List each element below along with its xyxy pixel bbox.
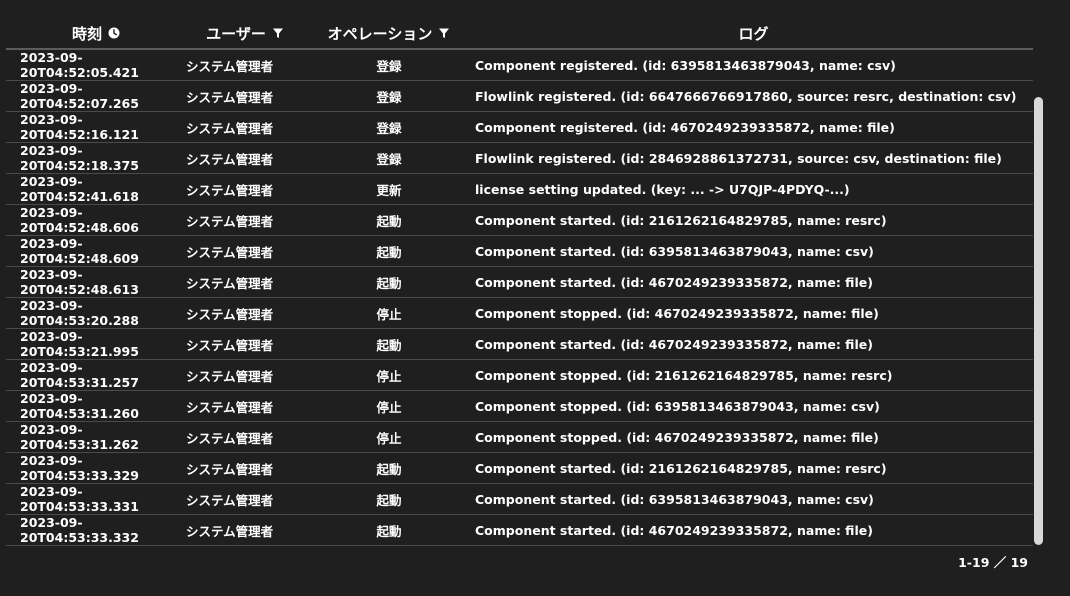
cell-time: 2023-09-20T04:52:41.618 [20, 174, 139, 204]
table-row[interactable]: 2023-09-20T04:53:31.257 システム管理者 停止 Componen… [6, 360, 1033, 391]
column-header-operation[interactable]: オペレーション [304, 23, 474, 44]
cell-time: 2023-09-20T04:52:07.265 [20, 81, 139, 111]
cell-operation: 起動 [376, 213, 402, 229]
cell-user: システム管理者 [186, 213, 274, 229]
cell-operation: 更新 [376, 182, 402, 198]
cell-log: Component started. (id: 4670249239335872… [475, 274, 873, 290]
table-row[interactable]: 2023-09-20T04:52:48.606 システム管理者 起動 Componen… [6, 205, 1033, 236]
cell-user: システム管理者 [186, 182, 274, 198]
cell-user: システム管理者 [186, 275, 274, 291]
cell-operation: 起動 [376, 244, 402, 260]
table-row[interactable]: 2023-09-20T04:53:21.995 システム管理者 起動 Componen… [6, 329, 1033, 360]
cell-log: Component started. (id: 6395813463879043… [475, 491, 874, 507]
cell-user: システム管理者 [186, 306, 274, 322]
cell-user: システム管理者 [186, 368, 274, 384]
table-row[interactable]: 2023-09-20T04:52:05.421 システム管理者 登録 Componen… [6, 50, 1033, 81]
audit-log-table: 時刻 ユーザー オペレーション ログ 2023-09-20T04:52:05.4… [6, 18, 1033, 546]
cell-operation: 登録 [376, 151, 402, 167]
filter-icon[interactable] [438, 27, 450, 39]
column-header-time[interactable]: 時刻 [6, 23, 186, 44]
cell-log: license setting updated. (key: ... -> U7… [475, 181, 850, 197]
cell-operation: 停止 [376, 430, 402, 446]
cell-time: 2023-09-20T04:52:16.121 [20, 112, 139, 142]
cell-time: 2023-09-20T04:53:31.257 [20, 360, 139, 390]
cell-user: システム管理者 [186, 337, 274, 353]
column-header-log-label: ログ [738, 24, 769, 43]
table-row[interactable]: 2023-09-20T04:53:31.262 システム管理者 停止 Componen… [6, 422, 1033, 453]
cell-operation: 停止 [376, 306, 402, 322]
cell-user: システム管理者 [186, 58, 274, 74]
cell-operation: 登録 [376, 58, 402, 74]
cell-log: Component stopped. (id: 2161262164829785… [475, 367, 893, 383]
cell-time: 2023-09-20T04:52:48.609 [20, 236, 139, 266]
table-row[interactable]: 2023-09-20T04:52:07.265 システム管理者 登録 Flowlink… [6, 81, 1033, 112]
cell-user: システム管理者 [186, 89, 274, 105]
cell-log: Flowlink registered. (id: 66476667669178… [475, 88, 1017, 104]
cell-log: Component registered. (id: 6395813463879… [475, 57, 896, 73]
cell-time: 2023-09-20T04:53:20.288 [20, 298, 139, 328]
table-row[interactable]: 2023-09-20T04:53:31.260 システム管理者 停止 Componen… [6, 391, 1033, 422]
table-row[interactable]: 2023-09-20T04:52:48.613 システム管理者 起動 Componen… [6, 267, 1033, 298]
table-row[interactable]: 2023-09-20T04:52:48.609 システム管理者 起動 Componen… [6, 236, 1033, 267]
cell-user: システム管理者 [186, 244, 274, 260]
column-header-user-label: ユーザー [206, 24, 266, 43]
cell-operation: 起動 [376, 492, 402, 508]
cell-log: Component started. (id: 4670249239335872… [475, 336, 873, 352]
cell-operation: 起動 [376, 461, 402, 477]
cell-operation: 停止 [376, 399, 402, 415]
cell-log: Component registered. (id: 4670249239335… [475, 119, 895, 135]
column-header-log[interactable]: ログ [474, 23, 1033, 44]
table-row[interactable]: 2023-09-20T04:53:20.288 システム管理者 停止 Componen… [6, 298, 1033, 329]
vertical-scrollbar[interactable] [1034, 97, 1043, 545]
cell-log: Component started. (id: 4670249239335872… [475, 522, 873, 538]
cell-user: システム管理者 [186, 399, 274, 415]
cell-user: システム管理者 [186, 492, 274, 508]
table-row[interactable]: 2023-09-20T04:52:18.375 システム管理者 登録 Flowlink… [6, 143, 1033, 174]
cell-user: システム管理者 [186, 461, 274, 477]
cell-user: システム管理者 [186, 523, 274, 539]
column-header-operation-label: オペレーション [327, 24, 433, 43]
cell-operation: 登録 [376, 89, 402, 105]
cell-time: 2023-09-20T04:52:48.613 [20, 267, 139, 297]
cell-log: Flowlink registered. (id: 28469288613727… [475, 150, 1002, 166]
table-body: 2023-09-20T04:52:05.421 システム管理者 登録 Componen… [6, 50, 1033, 546]
cell-log: Component started. (id: 2161262164829785… [475, 460, 887, 476]
cell-time: 2023-09-20T04:53:33.332 [20, 515, 139, 545]
cell-user: システム管理者 [186, 120, 274, 136]
cell-log: Component started. (id: 2161262164829785… [475, 212, 887, 228]
table-header: 時刻 ユーザー オペレーション ログ [6, 18, 1033, 50]
cell-user: システム管理者 [186, 151, 274, 167]
cell-operation: 起動 [376, 275, 402, 291]
cell-operation: 起動 [376, 523, 402, 539]
table-row[interactable]: 2023-09-20T04:53:33.332 システム管理者 起動 Componen… [6, 515, 1033, 546]
table-row[interactable]: 2023-09-20T04:53:33.331 システム管理者 起動 Componen… [6, 484, 1033, 515]
cell-time: 2023-09-20T04:53:31.262 [20, 422, 139, 452]
cell-time: 2023-09-20T04:53:21.995 [20, 329, 139, 359]
pagination-info: 1-19 ／ 19 [958, 555, 1028, 570]
column-header-user[interactable]: ユーザー [186, 23, 304, 44]
cell-operation: 起動 [376, 337, 402, 353]
clock-icon[interactable] [108, 27, 120, 39]
cell-log: Component stopped. (id: 4670249239335872… [475, 305, 879, 321]
cell-log: Component stopped. (id: 6395813463879043… [475, 398, 880, 414]
column-header-time-label: 時刻 [71, 24, 102, 43]
cell-log: Component stopped. (id: 4670249239335872… [475, 429, 879, 445]
cell-time: 2023-09-20T04:52:18.375 [20, 143, 139, 173]
filter-icon[interactable] [272, 27, 284, 39]
cell-time: 2023-09-20T04:52:48.606 [20, 205, 139, 235]
cell-time: 2023-09-20T04:53:33.329 [20, 453, 139, 483]
cell-log: Component started. (id: 6395813463879043… [475, 243, 874, 259]
cell-time: 2023-09-20T04:52:05.421 [20, 50, 139, 80]
table-row[interactable]: 2023-09-20T04:52:41.618 システム管理者 更新 license … [6, 174, 1033, 205]
cell-time: 2023-09-20T04:53:31.260 [20, 391, 139, 421]
cell-operation: 登録 [376, 120, 402, 136]
cell-user: システム管理者 [186, 430, 274, 446]
cell-time: 2023-09-20T04:53:33.331 [20, 484, 139, 514]
table-row[interactable]: 2023-09-20T04:52:16.121 システム管理者 登録 Componen… [6, 112, 1033, 143]
table-row[interactable]: 2023-09-20T04:53:33.329 システム管理者 起動 Componen… [6, 453, 1033, 484]
cell-operation: 停止 [376, 368, 402, 384]
